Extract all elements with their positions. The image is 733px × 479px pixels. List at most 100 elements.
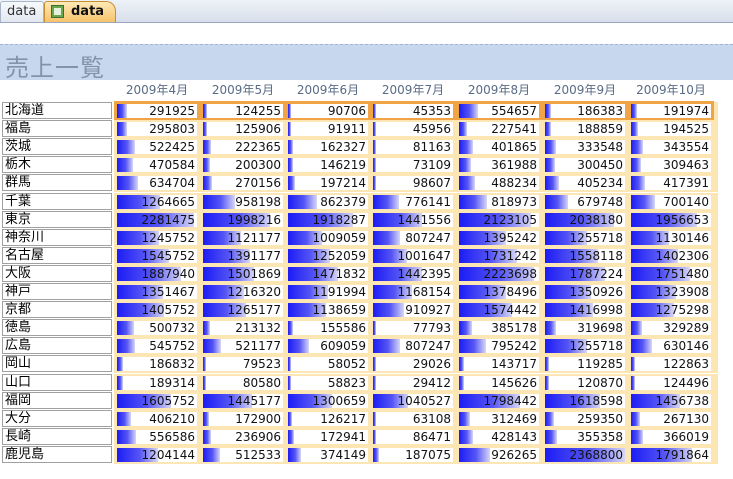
- sales-cell[interactable]: 1255718: [545, 231, 625, 245]
- sales-cell[interactable]: 512533: [203, 448, 283, 462]
- sales-cell[interactable]: 300450: [545, 158, 625, 172]
- sales-cell[interactable]: 1416998: [545, 303, 625, 317]
- sales-cell[interactable]: 29026: [373, 357, 453, 371]
- sales-cell[interactable]: 90706: [285, 101, 371, 121]
- sales-cell[interactable]: 2223698: [459, 267, 539, 281]
- sales-cell[interactable]: 630146: [631, 339, 711, 353]
- sales-cell[interactable]: 1275298: [631, 303, 711, 317]
- sales-cell[interactable]: 162327: [288, 140, 368, 154]
- sales-cell[interactable]: 2281475: [117, 213, 197, 227]
- sales-cell[interactable]: 406210: [117, 412, 197, 426]
- sales-cell[interactable]: 291925: [114, 101, 200, 121]
- sales-cell[interactable]: 1138659: [288, 303, 368, 317]
- sales-cell[interactable]: 120870: [545, 376, 625, 390]
- sales-cell[interactable]: 77793: [373, 321, 453, 335]
- sales-cell[interactable]: 73109: [373, 158, 453, 172]
- sales-cell[interactable]: 119285: [545, 357, 625, 371]
- sales-cell[interactable]: 259350: [545, 412, 625, 426]
- sales-cell[interactable]: 194525: [631, 122, 711, 136]
- sales-cell[interactable]: 1731242: [459, 249, 539, 263]
- sales-cell[interactable]: 1441556: [373, 213, 453, 227]
- sales-cell[interactable]: 191974: [628, 101, 714, 121]
- sales-cell[interactable]: 1216320: [203, 285, 283, 299]
- sales-cell[interactable]: 1245752: [117, 231, 197, 245]
- sales-cell[interactable]: 329289: [631, 321, 711, 335]
- sales-cell[interactable]: 1402306: [631, 249, 711, 263]
- sales-cell[interactable]: 79523: [203, 357, 283, 371]
- sales-cell[interactable]: 1545752: [117, 249, 197, 263]
- sales-cell[interactable]: 213132: [203, 321, 283, 335]
- sales-cell[interactable]: 197214: [288, 176, 368, 190]
- sales-cell[interactable]: 1618598: [545, 394, 625, 408]
- sales-cell[interactable]: 98607: [373, 176, 453, 190]
- sales-cell[interactable]: 236906: [203, 430, 283, 444]
- sales-cell[interactable]: 45353: [370, 101, 456, 121]
- sales-cell[interactable]: 1264665: [117, 195, 197, 209]
- sales-cell[interactable]: 807247: [373, 339, 453, 353]
- sales-cell[interactable]: 818973: [459, 195, 539, 209]
- sales-cell[interactable]: 500732: [117, 321, 197, 335]
- sales-cell[interactable]: 470584: [117, 158, 197, 172]
- sales-cell[interactable]: 172900: [203, 412, 283, 426]
- sales-cell[interactable]: 267130: [631, 412, 711, 426]
- sales-cell[interactable]: 1918287: [288, 213, 368, 227]
- sales-cell[interactable]: 1300659: [288, 394, 368, 408]
- sales-cell[interactable]: 143717: [459, 357, 539, 371]
- sales-cell[interactable]: 91911: [288, 122, 368, 136]
- sales-cell[interactable]: 295803: [117, 122, 197, 136]
- sales-cell[interactable]: 1791864: [631, 448, 711, 462]
- sales-cell[interactable]: 1574442: [459, 303, 539, 317]
- sales-cell[interactable]: 188859: [545, 122, 625, 136]
- sales-cell[interactable]: 679748: [545, 195, 625, 209]
- sales-cell[interactable]: 125906: [203, 122, 283, 136]
- sales-cell[interactable]: 172941: [288, 430, 368, 444]
- sales-cell[interactable]: 81163: [373, 140, 453, 154]
- sales-cell[interactable]: 1130146: [631, 231, 711, 245]
- sales-cell[interactable]: 1605752: [117, 394, 197, 408]
- sales-cell[interactable]: 1168154: [373, 285, 453, 299]
- sales-cell[interactable]: 186832: [117, 357, 197, 371]
- sales-cell[interactable]: 1191994: [288, 285, 368, 299]
- sales-cell[interactable]: 700140: [631, 195, 711, 209]
- sales-cell[interactable]: 1395242: [459, 231, 539, 245]
- sales-cell[interactable]: 1040527: [373, 394, 453, 408]
- sales-cell[interactable]: 343554: [631, 140, 711, 154]
- sales-cell[interactable]: 29412: [373, 376, 453, 390]
- sales-cell[interactable]: 189314: [117, 376, 197, 390]
- sales-cell[interactable]: 554657: [456, 101, 542, 121]
- sales-cell[interactable]: 609059: [288, 339, 368, 353]
- sales-cell[interactable]: 361988: [459, 158, 539, 172]
- sales-cell[interactable]: 2123105: [459, 213, 539, 227]
- sales-cell[interactable]: 1378496: [459, 285, 539, 299]
- sales-cell[interactable]: 1558118: [545, 249, 625, 263]
- sales-cell[interactable]: 200300: [203, 158, 283, 172]
- sales-cell[interactable]: 319698: [545, 321, 625, 335]
- sales-cell[interactable]: 428143: [459, 430, 539, 444]
- sales-cell[interactable]: 122863: [631, 357, 711, 371]
- sales-cell[interactable]: 910927: [373, 303, 453, 317]
- sales-cell[interactable]: 374149: [288, 448, 368, 462]
- sales-cell[interactable]: 1405752: [117, 303, 197, 317]
- sales-cell[interactable]: 1956653: [631, 213, 711, 227]
- sales-cell[interactable]: 155586: [288, 321, 368, 335]
- sales-cell[interactable]: 1121177: [203, 231, 283, 245]
- sales-cell[interactable]: 1456738: [631, 394, 711, 408]
- sales-cell[interactable]: 58823: [288, 376, 368, 390]
- sales-cell[interactable]: 521177: [203, 339, 283, 353]
- sales-cell[interactable]: 488234: [459, 176, 539, 190]
- sales-cell[interactable]: 795242: [459, 339, 539, 353]
- sales-cell[interactable]: 355358: [545, 430, 625, 444]
- sales-cell[interactable]: 270156: [203, 176, 283, 190]
- sales-cell[interactable]: 1001647: [373, 249, 453, 263]
- sales-cell[interactable]: 1471832: [288, 267, 368, 281]
- sales-cell[interactable]: 146219: [288, 158, 368, 172]
- sales-cell[interactable]: 1501869: [203, 267, 283, 281]
- sales-cell[interactable]: 1255718: [545, 339, 625, 353]
- sales-cell[interactable]: 1391177: [203, 249, 283, 263]
- sales-cell[interactable]: 126217: [288, 412, 368, 426]
- tab-data-report[interactable]: data: [44, 1, 116, 22]
- sales-cell[interactable]: 222365: [203, 140, 283, 154]
- sales-cell[interactable]: 1887940: [117, 267, 197, 281]
- sales-cell[interactable]: 1442395: [373, 267, 453, 281]
- sales-cell[interactable]: 1787224: [545, 267, 625, 281]
